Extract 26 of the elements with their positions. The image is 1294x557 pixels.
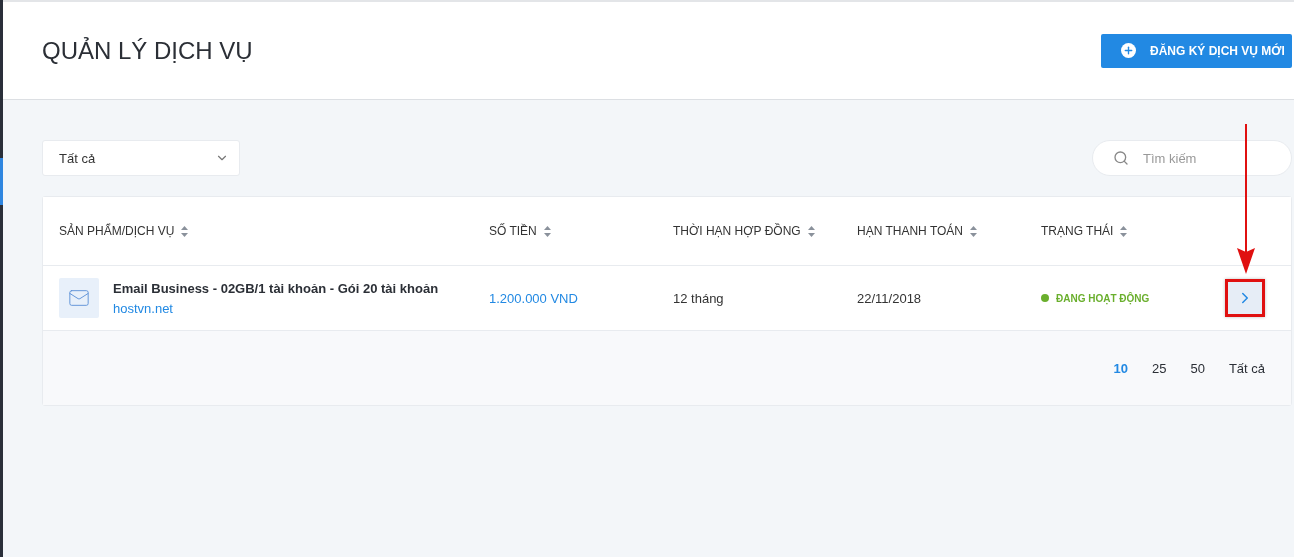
search-icon [1113, 150, 1129, 166]
new-service-button[interactable]: ĐĂNG KÝ DỊCH VỤ MỚI [1101, 33, 1292, 68]
search-field[interactable]: Tìm kiếm [1092, 140, 1292, 176]
page-size-option[interactable]: Tất cả [1216, 360, 1277, 376]
sort-icon[interactable] [543, 225, 551, 237]
sort-icon[interactable] [970, 225, 978, 237]
filter-dropdown[interactable]: Tất cả [42, 140, 240, 176]
term-cell-text: 12 tháng [673, 290, 725, 306]
domain-link[interactable]: hostvn.net [113, 300, 439, 316]
amount-cell-text: 1.200.000 VND [489, 290, 579, 306]
mail-icon [59, 278, 99, 318]
column-header[interactable]: HẠN THANH TOÁN [857, 224, 964, 238]
plus-icon [1121, 43, 1136, 58]
column-header[interactable]: SỐ TIỀN [489, 224, 537, 238]
sort-icon[interactable] [1120, 225, 1128, 237]
page-title: QUẢN LÝ DỊCH VỤ [42, 36, 253, 65]
page-size-option[interactable]: 25 [1139, 360, 1179, 376]
page-size-option[interactable]: 50 [1178, 360, 1217, 376]
status-label: ĐANG HOẠT ĐỘNG [1056, 292, 1150, 304]
column-header[interactable]: SẢN PHẨM/DỊCH VỤ [59, 224, 175, 238]
column-header[interactable]: THỜI HẠN HỢP ĐỒNG [673, 224, 801, 238]
product-name: Email Business - 02GB/1 tài khoản - Gói 20 tài khoản [113, 280, 439, 296]
sort-icon[interactable] [181, 225, 189, 237]
due-date-cell-text: 22/11/2018 [857, 290, 923, 306]
column-header[interactable]: TRẠNG THÁI [1041, 224, 1114, 238]
sort-icon[interactable] [807, 225, 815, 237]
